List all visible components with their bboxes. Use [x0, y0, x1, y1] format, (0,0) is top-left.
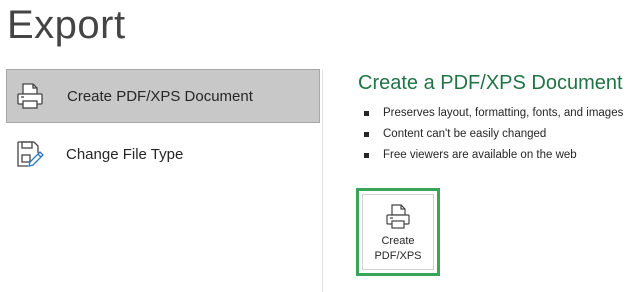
- export-page: Export Create PDF/XPS Document Change Fi…: [0, 0, 644, 292]
- pane-divider: [322, 70, 323, 292]
- printer-document-icon: [13, 79, 47, 113]
- list-item: Free viewers are available on the web: [364, 145, 623, 166]
- list-item: Preserves layout, formatting, fonts, and…: [364, 103, 623, 124]
- sidebar-item-label: Change File Type: [66, 145, 184, 163]
- export-options-pane: Create PDF/XPS Document Change File Type: [0, 0, 322, 292]
- sidebar-item-change-file-type[interactable]: Change File Type: [6, 127, 320, 181]
- create-pdf-xps-button-label: Create PDF/XPS: [374, 235, 422, 262]
- bullet-square-icon: [364, 153, 369, 158]
- file-edit-icon: [12, 137, 46, 171]
- list-item: Content can't be easily changed: [364, 124, 623, 145]
- feature-list: Preserves layout, formatting, fonts, and…: [364, 103, 623, 166]
- bullet-square-icon: [364, 132, 369, 137]
- sidebar-item-create-pdf-xps[interactable]: Create PDF/XPS Document: [6, 69, 320, 123]
- create-pdf-xps-button[interactable]: Create PDF/XPS: [356, 188, 440, 276]
- details-pane: Create a PDF/XPS Document Preserves layo…: [340, 0, 644, 292]
- section-heading: Create a PDF/XPS Document: [358, 72, 623, 94]
- bullet-square-icon: [364, 111, 369, 116]
- sidebar-item-label: Create PDF/XPS Document: [67, 87, 253, 105]
- pdf-document-icon: [383, 202, 413, 232]
